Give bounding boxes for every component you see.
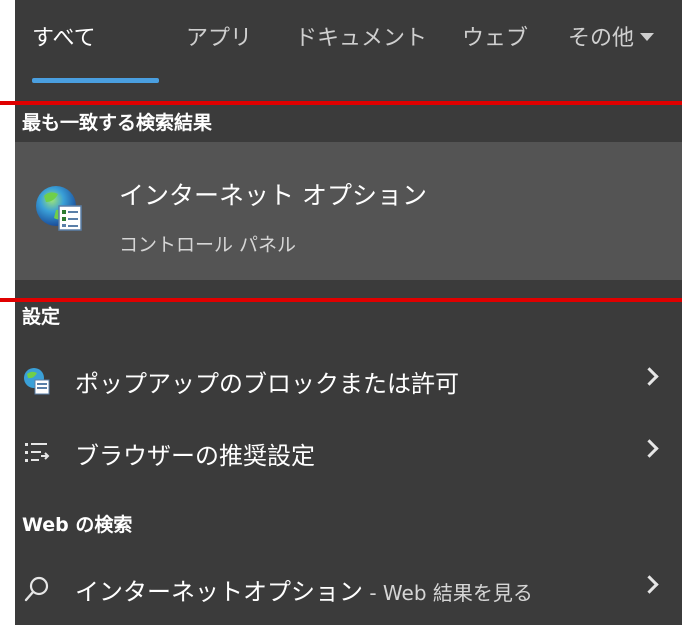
web-search-suffix: - Web 結果を見る <box>363 581 533 605</box>
web-search-result[interactable]: インターネットオプション - Web 結果を見る <box>15 560 682 618</box>
chevron-right-icon <box>640 575 659 594</box>
tab-documents[interactable]: ドキュメント <box>295 20 427 52</box>
tab-all[interactable]: すべて <box>32 20 96 52</box>
chevron-right-icon <box>640 439 659 458</box>
settings-item-popup-label: ポップアップのブロックまたは許可 <box>75 370 459 398</box>
active-tab-indicator <box>32 78 159 83</box>
search-results-panel: すべて アプリ ドキュメント ウェブ その他 最も一致する検索結果 インターネッ… <box>15 0 682 625</box>
best-match-subtitle: コントロール パネル <box>119 234 297 256</box>
tab-more-label: その他 <box>568 26 635 51</box>
internet-options-icon <box>32 180 92 240</box>
filter-tabs: すべて アプリ ドキュメント ウェブ その他 <box>15 0 682 84</box>
settings-item-popup-blocker[interactable]: ポップアップのブロックまたは許可 <box>15 352 682 410</box>
settings-heading: 設定 <box>22 306 61 328</box>
best-match-title: インターネット オプション <box>119 181 427 210</box>
settings-item-browser-label: ブラウザーの推奨設定 <box>75 442 315 470</box>
web-search-heading: Web の検索 <box>22 514 133 536</box>
globe-settings-icon <box>22 366 52 396</box>
best-match-result[interactable]: インターネット オプション コントロール パネル <box>15 142 682 280</box>
best-match-heading: 最も一致する検索結果 <box>22 112 213 134</box>
search-icon <box>22 574 52 604</box>
web-search-query: インターネットオプション <box>75 578 363 606</box>
tab-more[interactable]: その他 <box>568 20 655 52</box>
settings-item-browser-recommended[interactable]: ブラウザーの推奨設定 <box>15 424 682 482</box>
tab-apps[interactable]: アプリ <box>186 20 252 52</box>
chevron-down-icon <box>640 33 655 41</box>
web-search-label: インターネットオプション - Web 結果を見る <box>75 572 533 607</box>
tab-web[interactable]: ウェブ <box>462 20 528 52</box>
list-settings-icon <box>22 438 52 468</box>
chevron-right-icon <box>640 367 659 386</box>
